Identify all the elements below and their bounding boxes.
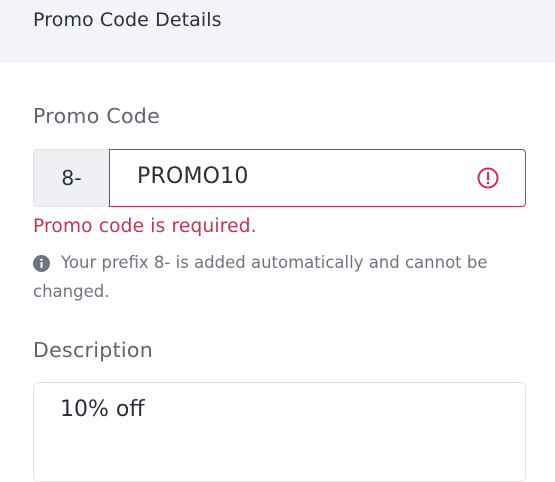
promo-code-input-group: 8- PROMO10 <box>33 149 526 207</box>
promo-code-value: PROMO10 <box>137 164 249 189</box>
promo-code-hint: Your prefix 8- is added automatically an… <box>61 253 488 272</box>
promo-code-label: Promo Code <box>33 104 161 128</box>
info-circle-icon <box>33 255 50 272</box>
promo-code-prefix: 8- <box>33 149 109 207</box>
description-label: Description <box>33 338 154 362</box>
promo-code-input[interactable]: PROMO10 <box>109 149 526 207</box>
alert-circle-icon <box>477 167 499 189</box>
promo-code-hint-continued: changed. <box>33 282 110 301</box>
promo-code-error: Promo code is required. <box>33 216 257 237</box>
panel-title: Promo Code Details <box>33 9 222 31</box>
panel-header: Promo Code Details <box>0 0 555 62</box>
description-textarea[interactable]: 10% off <box>33 382 526 482</box>
description-value: 10% off <box>60 397 145 422</box>
